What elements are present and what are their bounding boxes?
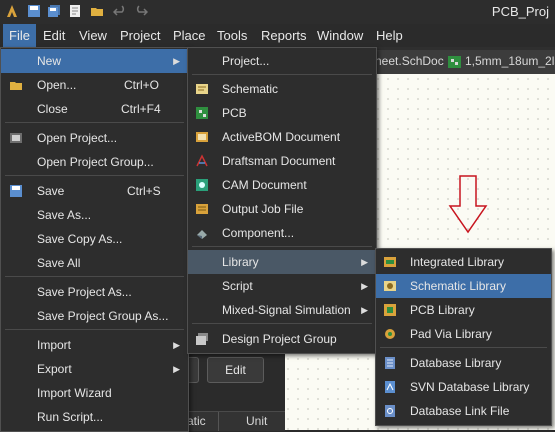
menu-help[interactable]: Help — [370, 24, 409, 47]
menu-separator — [380, 347, 547, 348]
pad-via-library-icon — [385, 329, 395, 339]
menu-place[interactable]: Place — [167, 24, 212, 47]
menu-item-import[interactable]: Import ▶ — [1, 333, 188, 357]
menu-item-open-project-group[interactable]: Open Project Group... — [1, 150, 188, 174]
menu-item-save-copy-as[interactable]: Save Copy As... — [1, 227, 188, 251]
menu-item-save[interactable]: Save Ctrl+S — [1, 179, 188, 203]
menu-separator — [5, 175, 184, 176]
menu-separator — [5, 276, 184, 277]
title-bar: PCB_Proj — [0, 0, 555, 24]
menu-item-mixed-signal-simulation[interactable]: Mixed-Signal Simulation ▶ — [188, 298, 376, 322]
menu-separator — [192, 74, 372, 75]
menu-item-database-link-file[interactable]: Database Link File — [376, 399, 551, 423]
menu-item-library[interactable]: Library ▶ — [188, 250, 376, 274]
submenu-arrow-icon: ▶ — [173, 340, 180, 350]
tab-pcb-doc[interactable]: 1,5mm_18um_2lay — [465, 54, 555, 68]
menu-item-export[interactable]: Export ▶ — [1, 357, 188, 381]
menu-reports[interactable]: Reports — [255, 24, 313, 47]
menu-item-draftsman[interactable]: Draftsman Document — [188, 149, 376, 173]
database-library-icon — [385, 357, 395, 369]
menu-separator — [5, 122, 184, 123]
submenu-arrow-icon: ▶ — [173, 56, 180, 66]
menu-item-import-wizard[interactable]: Import Wizard — [1, 381, 188, 405]
tab-schematic-doc[interactable]: neet.SchDoc — [375, 54, 444, 68]
menu-item-pcb-library[interactable]: PCB Library — [376, 298, 551, 322]
menu-item-output-job[interactable]: Output Job File — [188, 197, 376, 221]
schematic-doc-icon — [196, 84, 208, 94]
menu-item-design-project-group[interactable]: Design Project Group — [188, 327, 376, 351]
menu-item-save-as[interactable]: Save As... — [1, 203, 188, 227]
project-icon — [10, 133, 22, 143]
document-tabs: neet.SchDoc 1,5mm_18um_2lay — [375, 50, 555, 74]
pcb-doc-icon — [196, 107, 208, 119]
menu-item-script[interactable]: Script ▶ — [188, 274, 376, 298]
project-group-icon — [196, 333, 208, 345]
menu-view[interactable]: View — [73, 24, 113, 47]
column-header-name[interactable]: atic — [187, 414, 206, 428]
column-divider — [218, 412, 219, 431]
menu-edit[interactable]: Edit — [37, 24, 71, 47]
menu-item-database-library[interactable]: Database Library — [376, 351, 551, 375]
menu-item-new[interactable]: New ▶ — [1, 49, 188, 73]
folder-icon — [10, 82, 22, 90]
menu-item-pcb[interactable]: PCB — [188, 101, 376, 125]
svn-database-library-icon — [385, 381, 395, 393]
schematic-library-icon — [384, 281, 396, 291]
save-icon — [10, 185, 22, 197]
activebom-icon — [196, 132, 208, 142]
open-folder-icon[interactable] — [90, 4, 104, 18]
submenu-arrow-icon: ▶ — [361, 305, 368, 315]
menu-item-close[interactable]: Close Ctrl+F4 — [1, 97, 188, 121]
component-icon — [197, 230, 207, 239]
menu-separator — [192, 246, 372, 247]
menu-item-pad-via-library[interactable]: Pad Via Library — [376, 322, 551, 346]
menu-item-schematic-library[interactable]: Schematic Library — [376, 274, 551, 298]
menu-item-component[interactable]: Component... — [188, 221, 376, 245]
menu-item-cam[interactable]: CAM Document — [188, 173, 376, 197]
draftsman-icon — [196, 154, 208, 167]
menu-item-save-project-group-as[interactable]: Save Project Group As... — [1, 304, 188, 328]
menu-bar: File Edit View Project Place Tools Repor… — [0, 24, 555, 47]
menu-item-save-project-as[interactable]: Save Project As... — [1, 280, 188, 304]
database-link-file-icon — [385, 405, 395, 417]
app-logo-icon — [7, 5, 17, 17]
cam-icon — [196, 179, 208, 191]
down-arrow-annotation — [448, 175, 488, 234]
edit-button[interactable]: Edit — [207, 357, 264, 383]
redo-icon[interactable] — [134, 4, 148, 18]
menu-item-integrated-library[interactable]: Integrated Library — [376, 250, 551, 274]
submenu-arrow-icon: ▶ — [361, 281, 368, 291]
pcb-doc-icon — [448, 56, 461, 68]
open-document-icon[interactable] — [68, 4, 82, 18]
submenu-arrow-icon: ▶ — [173, 364, 180, 374]
submenu-arrow-icon: ▶ — [361, 257, 368, 267]
library-submenu: Integrated Library Schematic Library PCB… — [375, 248, 552, 426]
menu-project[interactable]: Project — [114, 24, 166, 47]
menu-item-open-project[interactable]: Open Project... — [1, 126, 188, 150]
output-job-icon — [196, 204, 208, 214]
save-all-icon[interactable] — [47, 4, 61, 18]
menu-tools[interactable]: Tools — [211, 24, 253, 47]
new-submenu: Project... Schematic PCB ActiveBOM Docum… — [187, 47, 377, 354]
menu-window[interactable]: Window — [311, 24, 369, 47]
menu-item-open[interactable]: Open... Ctrl+O — [1, 73, 188, 97]
menu-item-save-all[interactable]: Save All — [1, 251, 188, 275]
window-title: PCB_Proj — [491, 4, 549, 19]
save-icon[interactable] — [27, 4, 41, 18]
column-header-unit[interactable]: Unit — [246, 414, 267, 428]
file-menu: New ▶ Open... Ctrl+O Close Ctrl+F4 Open … — [0, 47, 189, 432]
menu-item-svn-database-library[interactable]: SVN Database Library — [376, 375, 551, 399]
undo-icon[interactable] — [113, 4, 127, 18]
menu-file[interactable]: File — [3, 24, 36, 47]
menu-separator — [5, 329, 184, 330]
menu-item-run-script[interactable]: Run Script... — [1, 405, 188, 429]
menu-separator — [192, 323, 372, 324]
integrated-library-icon — [384, 257, 396, 267]
menu-item-activebom[interactable]: ActiveBOM Document — [188, 125, 376, 149]
pcb-library-icon — [384, 304, 396, 316]
menu-item-project[interactable]: Project... — [188, 49, 376, 73]
menu-item-schematic[interactable]: Schematic — [188, 77, 376, 101]
